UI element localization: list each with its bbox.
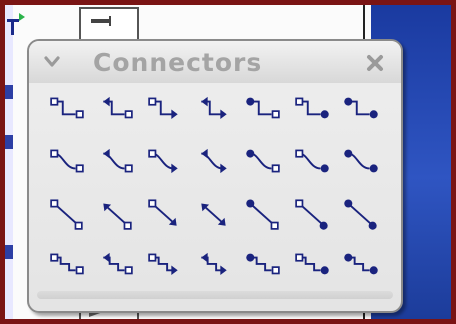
connector-button-connector-curved-arrow-start[interactable] xyxy=(94,143,138,179)
connector-button-line-connector-circle-end[interactable] xyxy=(290,195,334,231)
connector-icon xyxy=(103,148,133,173)
ruler-marker xyxy=(5,85,13,99)
connector-button-connector-curved-arrow-end[interactable] xyxy=(143,143,187,179)
connector-button-connector-straight-plain[interactable] xyxy=(45,91,89,127)
connector-button-connector-curved-arrows-both[interactable] xyxy=(192,143,236,179)
connector-button-connector-straight-arrow-end[interactable] xyxy=(143,91,187,127)
connector-icon xyxy=(50,199,83,230)
connector-icon xyxy=(246,97,280,119)
connector-button-connector-straight-circle-end[interactable] xyxy=(290,91,334,127)
connector-button-connector-straight-circles-both[interactable] xyxy=(339,91,383,127)
connector-button-connector-curved-circle-start[interactable] xyxy=(241,143,285,179)
connector-icon xyxy=(201,203,226,226)
connector-button-standard-connector-arrows-both[interactable] xyxy=(192,247,236,283)
connector-button-line-connector-circle-start[interactable] xyxy=(241,195,285,231)
connector-icon xyxy=(201,96,227,120)
panel-titlebar[interactable]: Connectors xyxy=(29,41,401,83)
connector-icon xyxy=(103,252,133,275)
connector-icon xyxy=(50,253,84,275)
connector-button-standard-connector-plain[interactable] xyxy=(45,247,89,283)
connector-icon xyxy=(148,253,178,276)
connector-button-line-connector-arrows-both[interactable] xyxy=(192,195,236,231)
ruler-marker xyxy=(5,245,13,259)
document-shape-top[interactable] xyxy=(79,7,139,41)
connector-button-line-connector-circles-both[interactable] xyxy=(339,195,383,231)
window-frame: Connectors xyxy=(5,5,451,319)
connector-icon xyxy=(344,97,378,119)
connector-icon xyxy=(246,199,279,230)
connector-icon xyxy=(295,97,329,119)
connector-icon xyxy=(295,149,329,173)
connector-icon xyxy=(344,199,377,230)
connector-icon xyxy=(148,97,178,120)
connector-button-connector-straight-arrows-both[interactable] xyxy=(192,91,236,127)
connector-icon xyxy=(246,149,280,173)
connector-button-standard-connector-arrow-end[interactable] xyxy=(143,247,187,283)
connector-icon xyxy=(246,253,280,275)
connector-icon xyxy=(103,96,133,119)
connector-button-standard-connector-circle-end[interactable] xyxy=(290,247,334,283)
connector-icon xyxy=(295,199,328,230)
connector-button-standard-connector-circles-both[interactable] xyxy=(339,247,383,283)
connector-button-standard-connector-circle-start[interactable] xyxy=(241,247,285,283)
connector-button-connector-straight-circle-start[interactable] xyxy=(241,91,285,127)
panel-scrollbar[interactable] xyxy=(37,291,393,299)
connector-icon xyxy=(201,148,227,174)
connector-button-line-connector-plain[interactable] xyxy=(45,195,89,231)
connector-icon xyxy=(103,203,132,230)
connector-icon xyxy=(50,149,84,173)
connector-icon xyxy=(50,97,84,119)
connector-icon xyxy=(295,253,329,275)
connector-button-standard-connector-arrow-start[interactable] xyxy=(94,247,138,283)
connector-button-line-connector-arrow-start[interactable] xyxy=(94,195,138,231)
connectors-grid xyxy=(37,91,393,301)
connector-button-connector-curved-circle-end[interactable] xyxy=(290,143,334,179)
connector-button-connector-curved-plain[interactable] xyxy=(45,143,89,179)
connector-icon xyxy=(344,253,378,275)
connector-icon xyxy=(148,199,177,226)
connector-icon xyxy=(201,252,227,276)
vertical-ruler xyxy=(5,5,13,319)
connectors-toolbar-panel: Connectors xyxy=(27,39,403,313)
connector-icon xyxy=(148,149,178,174)
connector-button-line-connector-arrow-end[interactable] xyxy=(143,195,187,231)
connector-button-connector-curved-circles-both[interactable] xyxy=(339,143,383,179)
chevron-down-icon[interactable] xyxy=(43,53,61,71)
connector-icon xyxy=(344,149,378,173)
connector-button-connector-straight-arrow-start[interactable] xyxy=(94,91,138,127)
text-tool-icon[interactable] xyxy=(6,11,26,37)
close-icon[interactable] xyxy=(365,53,385,73)
ruler-marker xyxy=(5,135,13,149)
panel-title: Connectors xyxy=(93,48,263,77)
